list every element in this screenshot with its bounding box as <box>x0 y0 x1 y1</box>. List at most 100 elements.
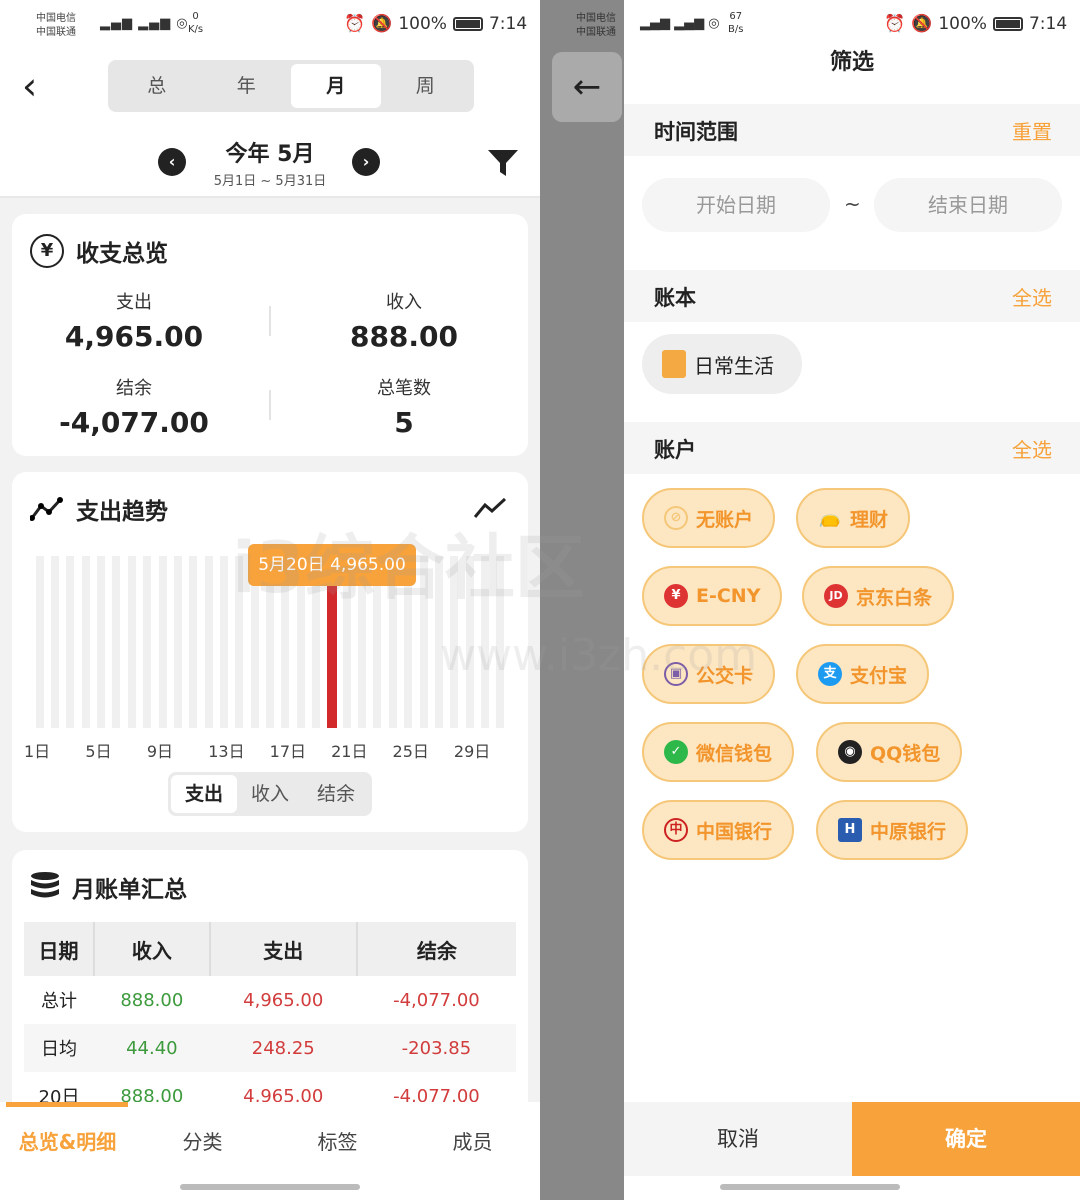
account-chip-boc[interactable]: 中中国银行 <box>642 800 795 860</box>
start-date-field[interactable]: 开始日期 <box>642 178 830 232</box>
alarm-icon: ⏰ <box>884 14 906 34</box>
book-chip-daily-life[interactable]: 日常生活 <box>642 334 802 394</box>
mute-icon: 🔕 <box>371 14 393 34</box>
bar-day-11[interactable] <box>189 556 198 728</box>
account-chip-alipay[interactable]: 支支付宝 <box>796 644 930 704</box>
trend-icon <box>30 497 63 521</box>
reset-button[interactable]: 重置 <box>1012 116 1052 145</box>
carrier-1: 中国电信 <box>36 13 76 24</box>
end-date-field[interactable]: 结束日期 <box>874 178 1062 232</box>
account-chip-qq[interactable]: ◉ QQ钱包 <box>816 722 963 782</box>
tab-month[interactable]: 月 <box>291 64 381 108</box>
prev-period-icon[interactable]: ‹ <box>158 148 186 176</box>
wechat-icon: ✓ <box>664 740 688 764</box>
bar-day-2[interactable] <box>51 556 60 728</box>
trend-title: 支出趋势 <box>30 492 168 526</box>
table-row[interactable]: 日均 44.40 248.25 -203.85 <box>24 1024 516 1072</box>
select-all-accounts-button[interactable]: 全选 <box>1012 434 1052 463</box>
toggle-expense[interactable]: 支出 <box>171 775 237 813</box>
period-label: 今年 5月 5月1日 ~ 5月31日 <box>200 136 340 189</box>
col-expense[interactable]: 支出 <box>208 922 357 976</box>
tab-week[interactable]: 周 <box>381 64 471 108</box>
back-arrow-icon[interactable]: ← <box>552 52 622 122</box>
tab-year[interactable]: 年 <box>202 64 292 108</box>
divider <box>269 390 271 420</box>
account-chip-none[interactable]: ⊘ 无账户 <box>642 488 776 548</box>
account-section: 账户 全选 <box>624 422 1080 474</box>
filter-title: 筛选 <box>829 50 874 75</box>
bar-day-1[interactable] <box>35 556 44 728</box>
tab-total[interactable]: 总 <box>112 64 202 108</box>
period-title: 今年 5月 <box>225 142 315 167</box>
battery-icon <box>992 17 1023 31</box>
net-speed: 0 K/s <box>188 11 204 35</box>
back-icon[interactable]: ‹ <box>22 66 37 106</box>
x-tick-label: 25日 <box>392 742 429 761</box>
carrier-labels: 中国电信 中国联通 <box>36 12 76 40</box>
bar-day-5[interactable] <box>97 556 106 728</box>
x-tick-label: 1日 <box>24 742 51 761</box>
toggle-balance[interactable]: 结余 <box>303 775 369 813</box>
home-indicator <box>720 1184 900 1190</box>
col-date[interactable]: 日期 <box>24 922 94 976</box>
filter-screen: 中国电信 中国联通 ▂▄▆ ▂▄▆ ◎ 67 B/s ⏰ 🔕 100% 7:14 … <box>540 0 1080 1200</box>
header: ‹ 总 年 月 周 ‹ 今年 5月 5月1日 ~ 5月31日 › <box>0 52 540 198</box>
status-bar: 中国电信 中国联通 ▂▄▆ ▂▄▆ ◎ 0 K/s ⏰ 🔕 100% 7:14 <box>0 0 540 52</box>
section-label: 账本 <box>654 286 696 310</box>
bar-day-4[interactable] <box>81 556 90 728</box>
qq-penguin-icon: ◉ <box>838 740 862 764</box>
account-chip-zybank[interactable]: H 中原银行 <box>816 800 969 860</box>
bar-day-6[interactable] <box>112 556 121 728</box>
mute-icon: 🔕 <box>911 14 933 34</box>
table-header: 日期 收入 支出 结余 <box>24 922 516 976</box>
account-chip-ecny[interactable]: ¥ E-CNY <box>642 566 783 626</box>
trend-toggle: 支出 收入 结余 <box>168 772 372 816</box>
status-right: ⏰ 🔕 100% 7:14 <box>884 14 1067 34</box>
cancel-button[interactable]: 取消 <box>624 1102 852 1176</box>
x-tick-label: 13日 <box>208 742 245 761</box>
boc-icon: 中 <box>664 818 688 842</box>
count-stat: 总笔数 5 <box>377 378 431 439</box>
col-balance[interactable]: 结余 <box>355 922 516 976</box>
next-period-icon[interactable]: › <box>352 148 380 176</box>
bar-day-10[interactable] <box>173 556 182 728</box>
bar-day-12[interactable] <box>204 556 213 728</box>
toggle-income[interactable]: 收入 <box>237 775 303 813</box>
col-income[interactable]: 收入 <box>93 922 210 976</box>
alarm-icon: ⏰ <box>344 14 366 34</box>
overview-title: ¥ 收支总览 <box>30 234 168 268</box>
bar-day-8[interactable] <box>143 556 152 728</box>
balance-stat: 结余 -4,077.00 <box>59 378 209 439</box>
watermark-text: i3综合社区 <box>232 527 585 609</box>
expense-stat: 支出 4,965.00 <box>64 292 204 353</box>
tab-category[interactable]: 分类 <box>135 1126 270 1155</box>
clock: 7:14 <box>1028 14 1068 34</box>
table-row[interactable]: 总计 888.00 4,965.00 -4,077.00 <box>24 976 516 1024</box>
section-label: 账户 <box>654 438 696 462</box>
select-all-books-button[interactable]: 全选 <box>1012 282 1052 311</box>
bar-day-13[interactable] <box>219 556 228 728</box>
bar-day-9[interactable] <box>158 556 167 728</box>
tab-overview-details[interactable]: 总览&明细 <box>0 1126 135 1155</box>
summary-title: 月账单汇总 <box>30 870 187 904</box>
account-chip-jd[interactable]: JD 京东白条 <box>802 566 955 626</box>
carrier-2: 中国联通 <box>36 27 76 38</box>
tab-members[interactable]: 成员 <box>405 1126 540 1155</box>
money-bag-icon: 👝 <box>818 507 842 528</box>
book-section: 账本 全选 <box>624 270 1080 322</box>
no-account-icon: ⊘ <box>664 506 688 530</box>
section-label: 时间范围 <box>654 120 738 144</box>
filter-icon[interactable] <box>487 148 519 178</box>
x-tick-label: 5日 <box>85 742 112 761</box>
overview-card: ¥ 收支总览 支出 4,965.00 收入 888.00 结余 -4,077.0… <box>12 214 528 456</box>
confirm-button[interactable]: 确定 <box>852 1102 1080 1176</box>
book-icon <box>662 350 686 378</box>
bar-day-7[interactable] <box>127 556 136 728</box>
signal-icon: ▂▄▆ ▂▄▆ ◎ <box>640 16 720 31</box>
tab-tags[interactable]: 标签 <box>270 1126 405 1155</box>
yen-icon: ¥ <box>30 234 64 268</box>
x-tick-label: 29日 <box>453 742 491 761</box>
account-chip-wealth[interactable]: 👝 理财 <box>796 488 911 548</box>
bar-day-3[interactable] <box>66 556 75 728</box>
account-chip-wechat[interactable]: ✓ 微信钱包 <box>642 722 795 782</box>
